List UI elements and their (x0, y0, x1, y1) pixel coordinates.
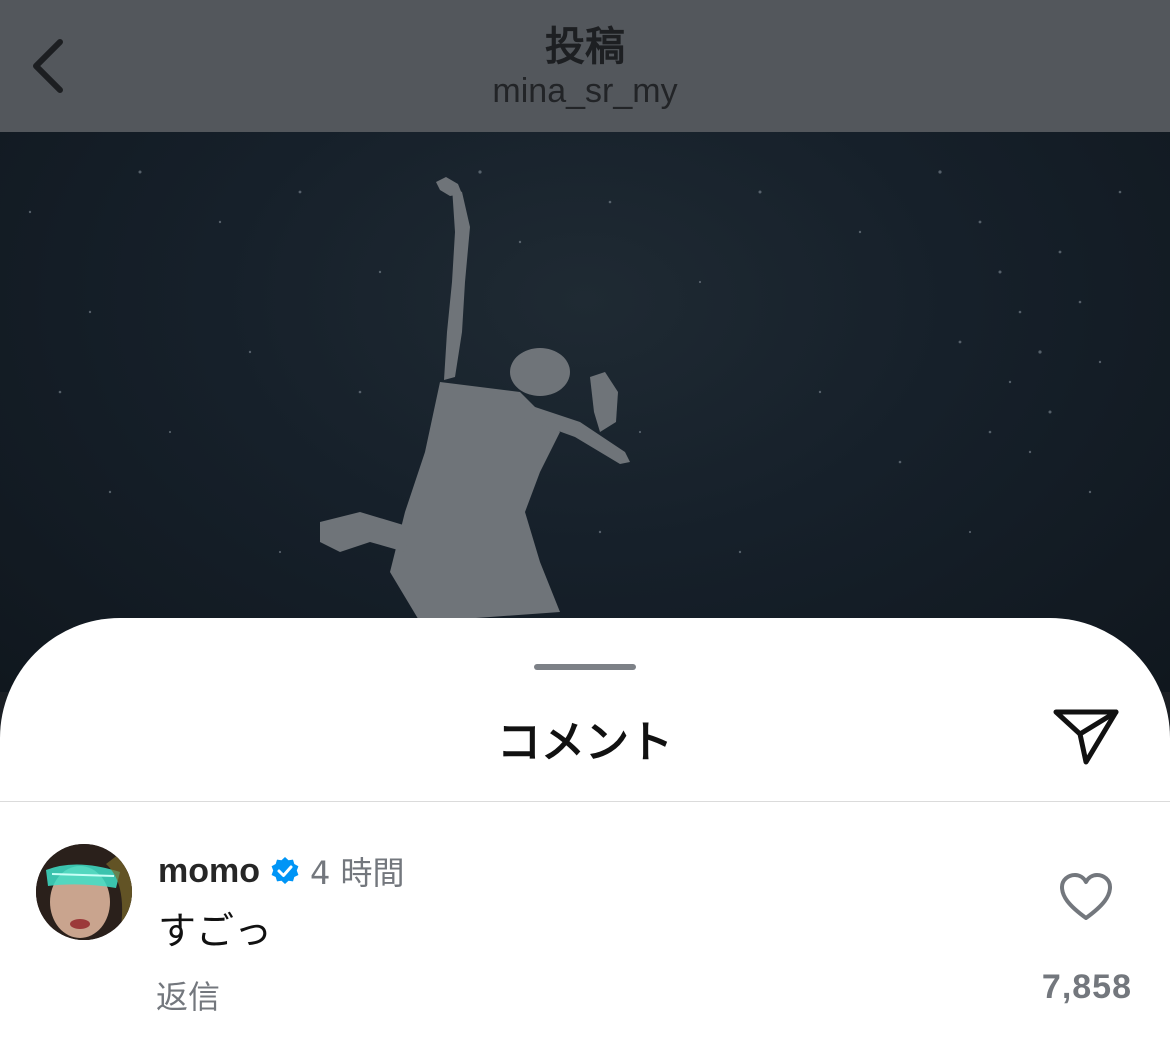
top-navigation-bar: 投稿 mina_sr_my (0, 0, 1170, 132)
avatar[interactable] (36, 844, 132, 940)
avatar-image (36, 844, 132, 940)
comment-timestamp: 4 時間 (310, 854, 405, 892)
heart-icon (1060, 873, 1112, 920)
comment-header: momo 4 時間 (158, 846, 405, 896)
comment-item: momo 4 時間 すごっ 返信 7,858 (0, 802, 1170, 1050)
comment-text: すごっ (158, 909, 273, 953)
like-count: 7,858 (1041, 968, 1132, 1006)
like-button[interactable] (1058, 872, 1114, 924)
comment-username[interactable]: momo (158, 852, 260, 891)
reply-button[interactable]: 返信 (156, 972, 220, 1018)
verified-badge-icon (271, 857, 299, 884)
comments-title: コメント (497, 717, 673, 768)
underwater-dancer-image (28, 170, 1122, 622)
sheet-grabber-handle[interactable] (534, 664, 636, 670)
paper-plane-icon (1053, 709, 1119, 765)
page-title: 投稿 (545, 24, 625, 70)
post-comments-screen: 投稿 mina_sr_my コメント momo 4 時間 すごっ 返信 7,85… (0, 0, 1170, 1050)
share-button[interactable] (1050, 704, 1122, 768)
post-photo[interactable] (0, 132, 1170, 692)
post-author-username[interactable]: mina_sr_my (0, 72, 1170, 111)
comments-sheet: コメント momo 4 時間 すごっ 返信 7,858 (0, 618, 1170, 1050)
